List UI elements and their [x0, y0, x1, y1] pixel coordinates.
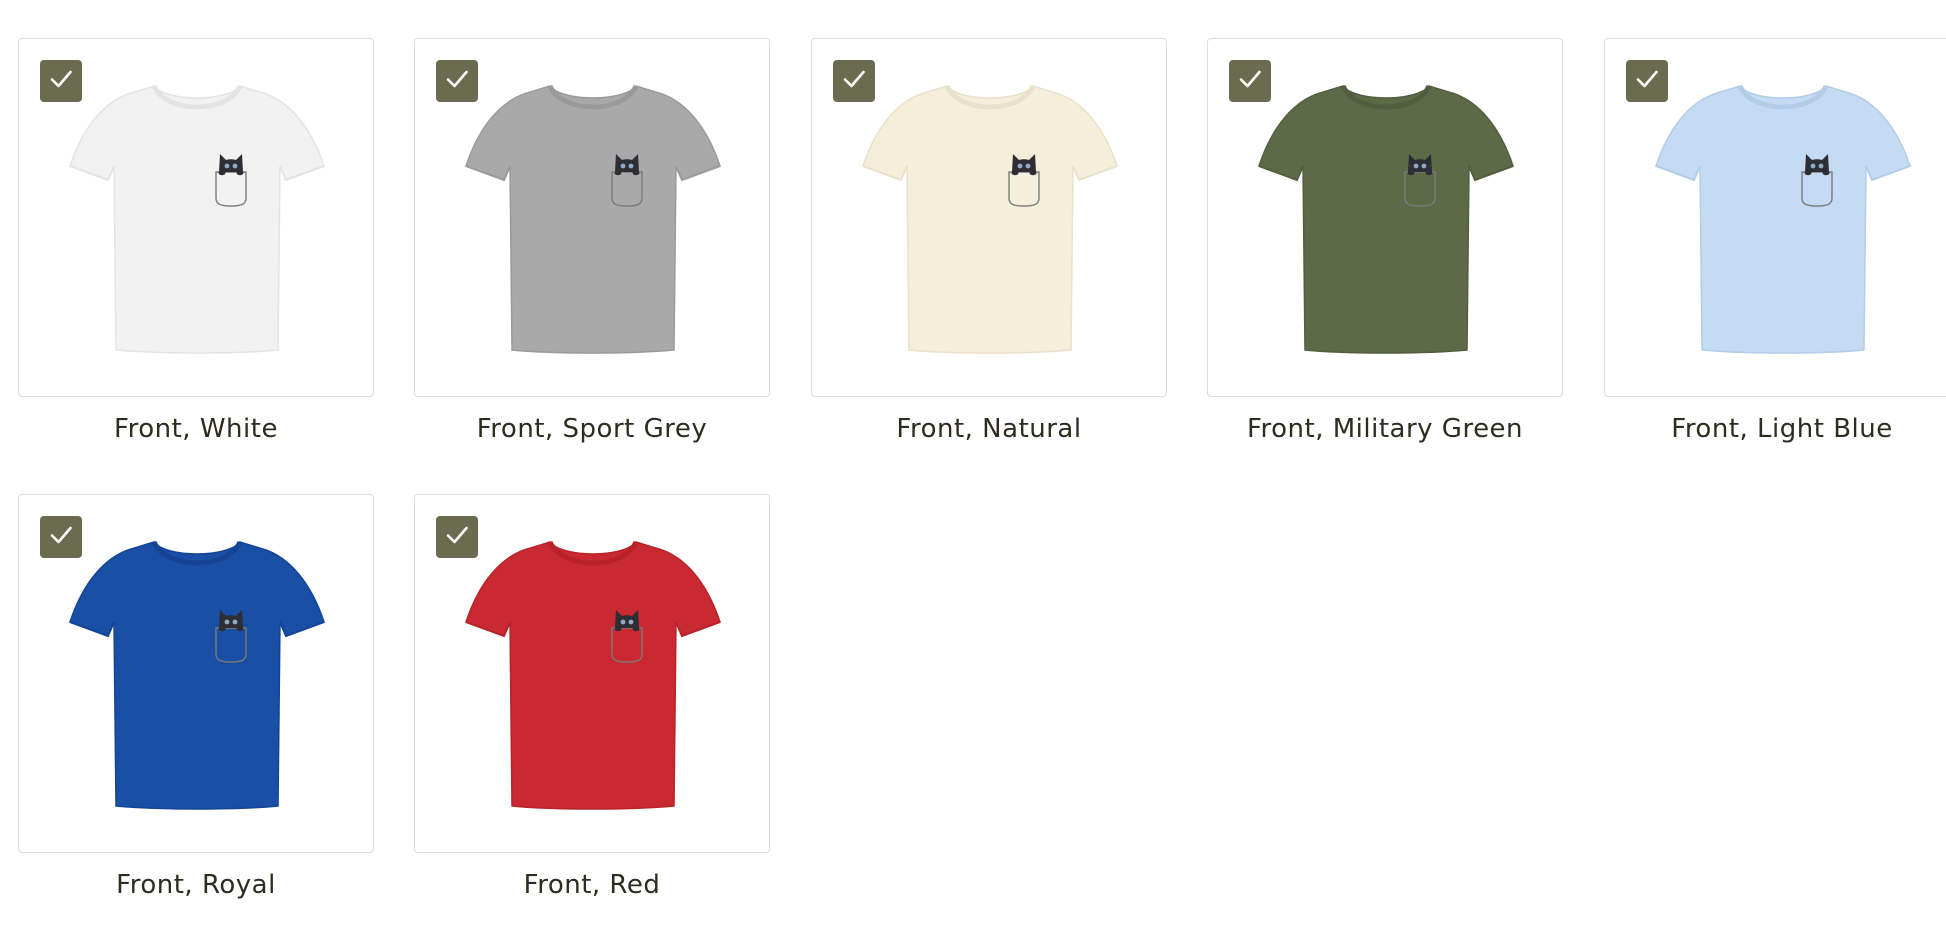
variant-checkbox[interactable] — [40, 60, 82, 102]
variant-label: Front, Military Green — [1246, 414, 1524, 444]
variant-card[interactable] — [414, 494, 770, 853]
variant-label: Front, White — [114, 414, 278, 444]
variant-label: Front, Light Blue — [1671, 414, 1893, 444]
variant-tile-sport-grey: Front, Sport Grey — [414, 38, 770, 444]
variant-checkbox[interactable] — [436, 516, 478, 558]
checkmark-icon — [1235, 64, 1265, 98]
variant-card[interactable] — [414, 38, 770, 397]
variant-card[interactable] — [811, 38, 1167, 397]
tshirt-image — [66, 536, 328, 812]
variant-checkbox[interactable] — [833, 60, 875, 102]
checkmark-icon — [442, 64, 472, 98]
variant-tile-military-green: Front, Military Green — [1207, 38, 1563, 444]
variant-card[interactable] — [18, 494, 374, 853]
variant-card[interactable] — [18, 38, 374, 397]
variant-tile-red: Front, Red — [414, 494, 770, 900]
checkmark-icon — [46, 64, 76, 98]
checkmark-icon — [442, 520, 472, 554]
variant-tile-white: Front, White — [18, 38, 374, 444]
variant-card[interactable] — [1604, 38, 1946, 397]
variant-checkbox[interactable] — [436, 60, 478, 102]
variant-label: Front, Royal — [116, 870, 276, 900]
tshirt-image — [1652, 80, 1914, 356]
variant-checkbox[interactable] — [1229, 60, 1271, 102]
variant-checkbox[interactable] — [1626, 60, 1668, 102]
variant-grid: Front, White Front, Sport Grey Front, Na… — [0, 0, 1946, 931]
variant-tile-royal: Front, Royal — [18, 494, 374, 900]
checkmark-icon — [839, 64, 869, 98]
variant-label: Front, Sport Grey — [476, 414, 708, 444]
tshirt-image — [462, 536, 724, 812]
tshirt-image — [859, 80, 1121, 356]
variant-card[interactable] — [1207, 38, 1563, 397]
tshirt-image — [66, 80, 328, 356]
checkmark-icon — [46, 520, 76, 554]
variant-tile-natural: Front, Natural — [811, 38, 1167, 444]
variant-tile-light-blue: Front, Light Blue — [1604, 38, 1946, 444]
variant-label: Front, Natural — [896, 414, 1082, 444]
checkmark-icon — [1632, 64, 1662, 98]
variant-label: Front, Red — [523, 870, 661, 900]
tshirt-image — [1255, 80, 1517, 356]
tshirt-image — [462, 80, 724, 356]
variant-checkbox[interactable] — [40, 516, 82, 558]
